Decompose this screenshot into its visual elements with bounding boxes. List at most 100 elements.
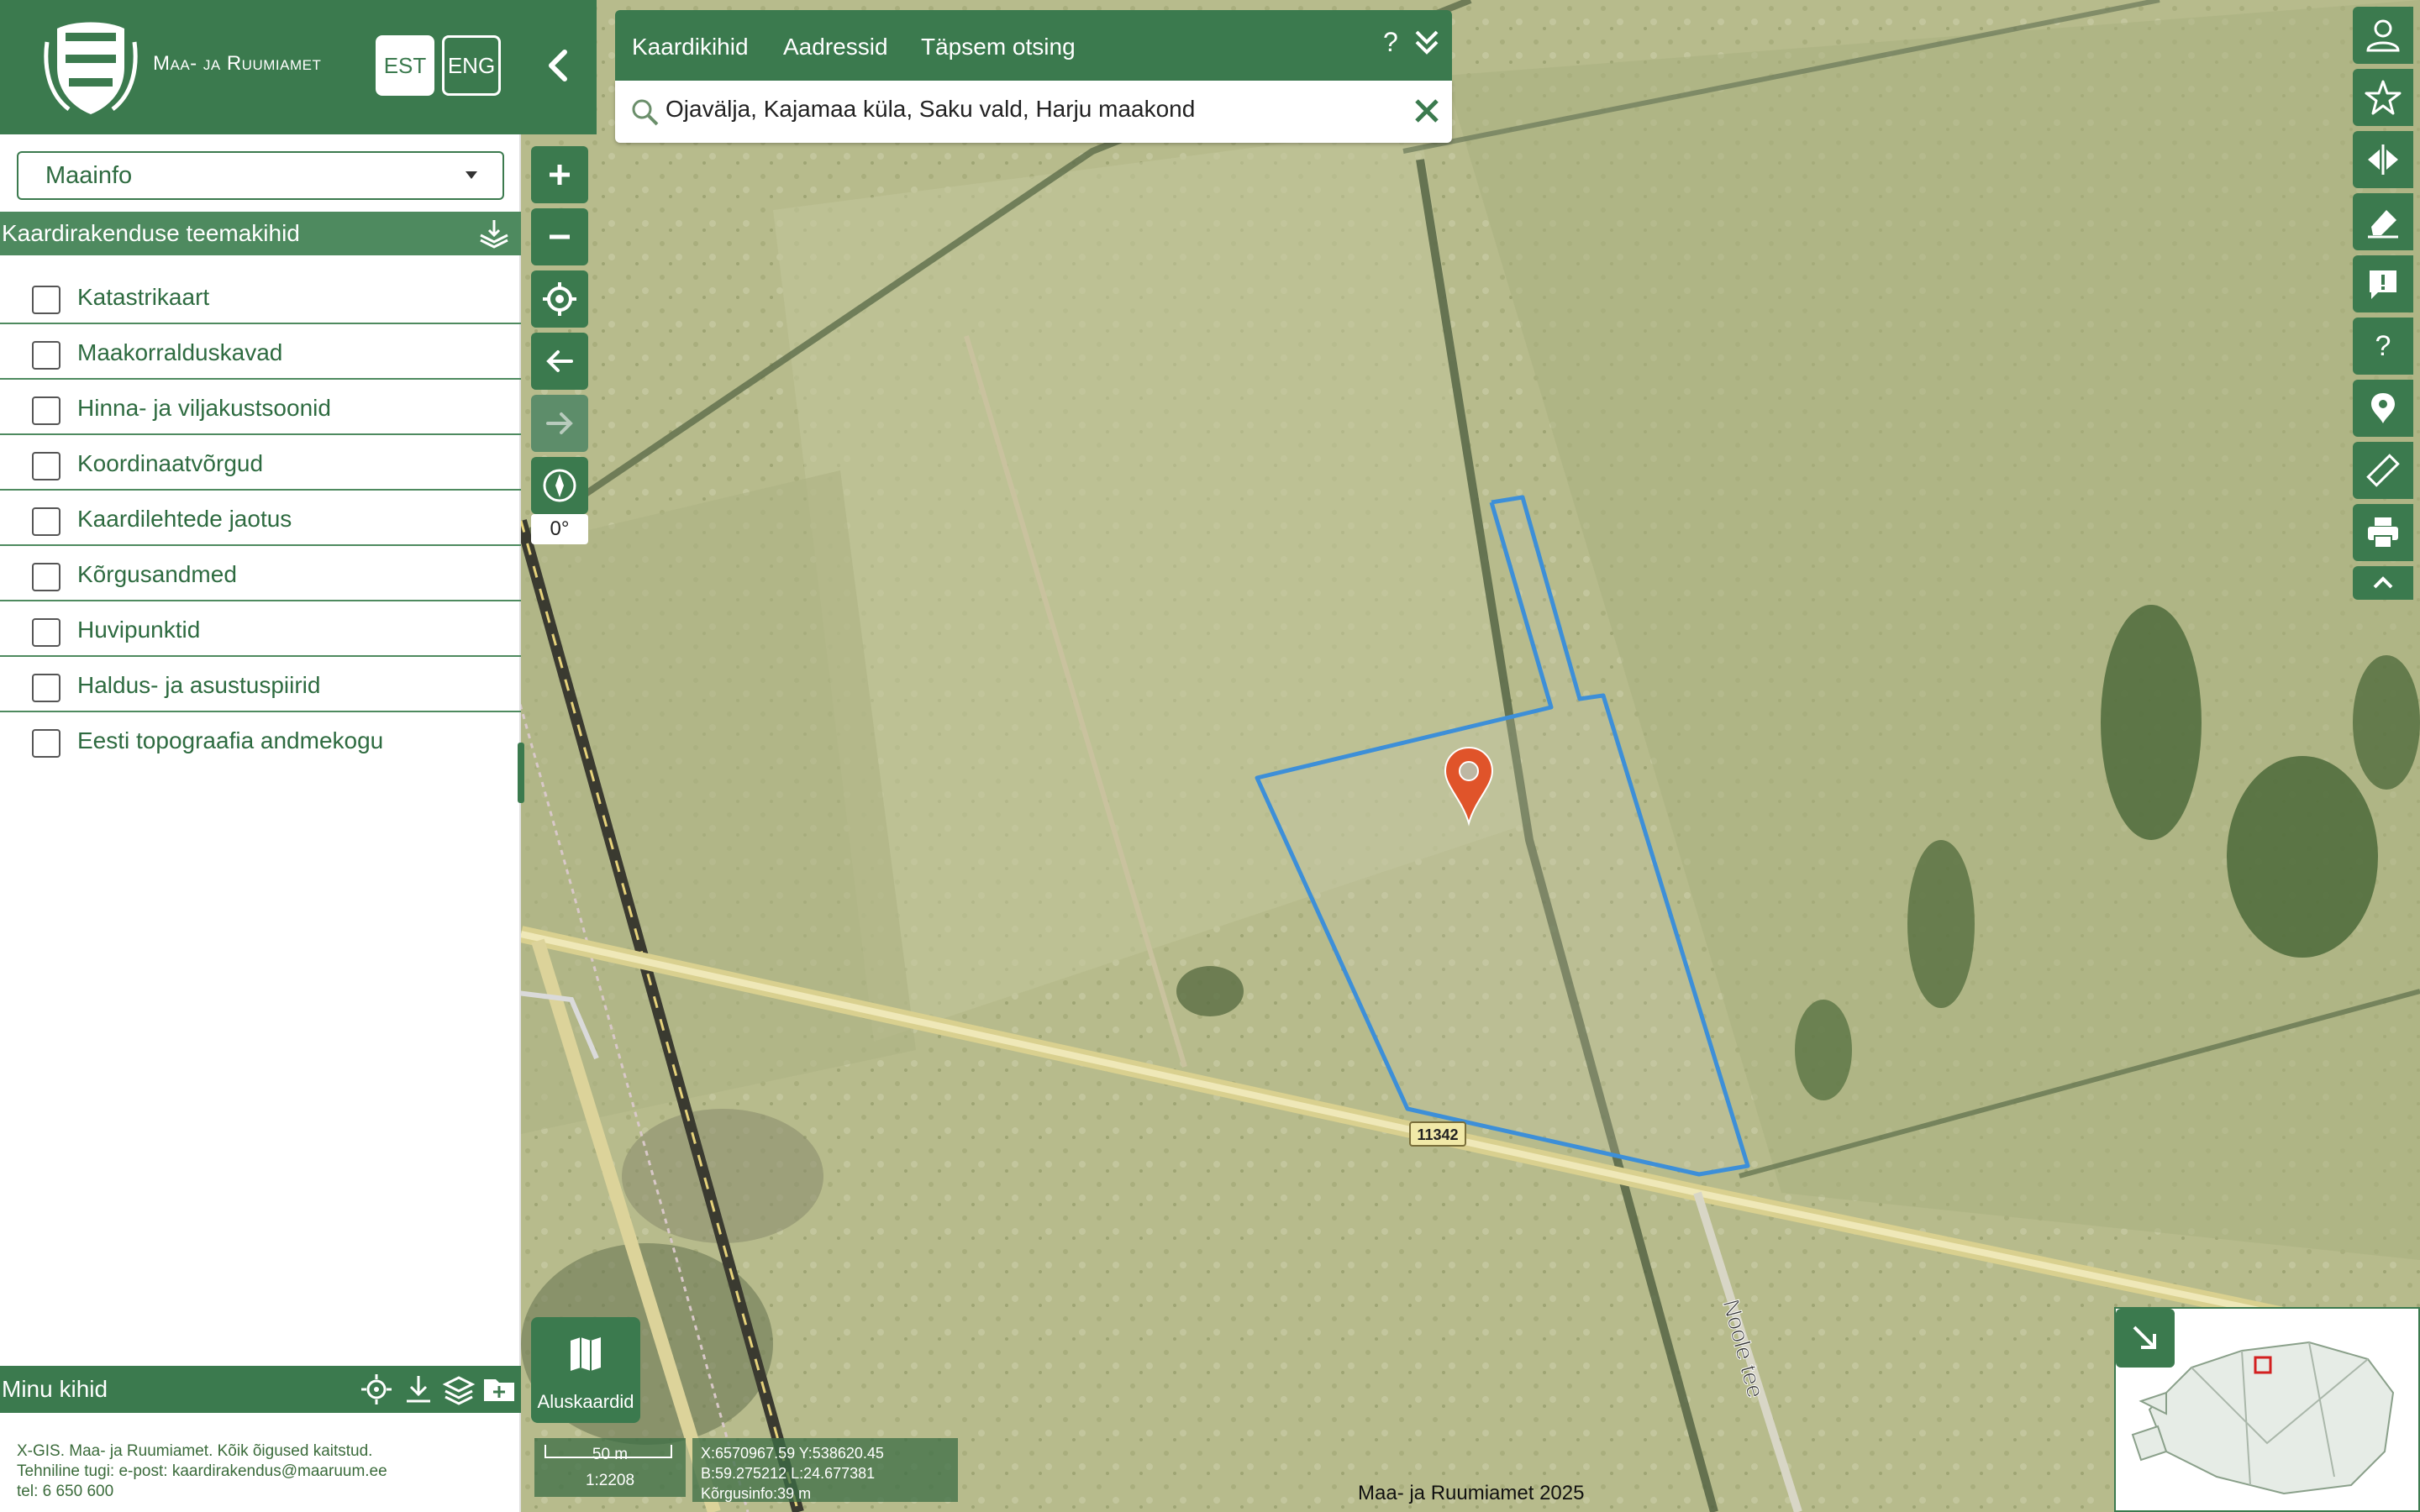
layer-label: Maakorralduskavad xyxy=(77,339,283,365)
coord-xy: X:6570967.59 Y:538620.45 xyxy=(701,1445,884,1462)
feedback-icon xyxy=(2370,270,2396,299)
layer-checkbox[interactable] xyxy=(32,452,60,480)
layer-checkbox[interactable] xyxy=(32,729,60,758)
layer-checkbox[interactable] xyxy=(32,507,60,536)
user-icon xyxy=(2366,19,2400,52)
layer-row-korgusandmed[interactable]: Kõrgusandmed xyxy=(0,546,521,601)
basemaps-label: Aluskaardid xyxy=(537,1391,634,1412)
language-est-button[interactable]: EST xyxy=(376,35,434,96)
app-select[interactable]: Maainfo xyxy=(17,151,504,200)
my-layers-title: Minu kihid xyxy=(2,1376,108,1402)
layer-row-maakorralduskavad[interactable]: Maakorralduskavad xyxy=(0,324,521,380)
question-mark-icon: ? xyxy=(2375,329,2391,362)
layer-row-hinna-ja-viljakustsoonid[interactable]: Hinna- ja viljakustsoonid xyxy=(0,380,521,435)
app-header: Maa- ja Ruumiamet EST ENG xyxy=(0,0,521,134)
layer-row-eesti-topograafia-andmekogu[interactable]: Eesti topograafia andmekogu xyxy=(0,712,521,768)
coordinates-readout: X:6570967.59 Y:538620.45 B:59.275212 L:2… xyxy=(692,1438,958,1502)
my-layers-header: Minu kihid xyxy=(0,1366,521,1413)
download-icon[interactable] xyxy=(402,1373,435,1406)
compare-button[interactable] xyxy=(2353,131,2413,188)
footer-support-email: Tehniline tugi: e-post: kaardirakendus@m… xyxy=(17,1462,387,1480)
layer-row-huvipunktid[interactable]: Huvipunktid xyxy=(0,601,521,657)
caret-down-icon xyxy=(466,171,477,179)
aerial-imagery: 11342 Noole tee xyxy=(521,0,2420,1512)
zoom-out-button[interactable] xyxy=(531,208,588,265)
add-folder-icon[interactable] xyxy=(482,1373,516,1406)
search-icon xyxy=(632,99,659,126)
layer-label: Eesti topograafia andmekogu xyxy=(77,727,384,753)
layer-checkbox[interactable] xyxy=(32,674,60,702)
tab-addresses[interactable]: Aadressid xyxy=(783,34,888,60)
coord-bl: B:59.275212 L:24.677381 xyxy=(701,1465,876,1482)
mark-location-button[interactable] xyxy=(2353,380,2413,437)
layer-row-katastrikaart[interactable]: Katastrikaart xyxy=(0,269,521,324)
clear-search-icon[interactable] xyxy=(1412,96,1442,126)
toggle-overview-button[interactable] xyxy=(2116,1309,2175,1368)
layer-row-haldus-ja-asustuspiirid[interactable]: Haldus- ja asustuspiirid xyxy=(0,657,521,712)
map-pin-icon xyxy=(2371,393,2395,423)
help-button[interactable]: ? xyxy=(2353,318,2413,375)
layer-checkbox[interactable] xyxy=(32,618,60,647)
collapse-toolbar-button[interactable] xyxy=(2353,566,2413,600)
forward-button[interactable] xyxy=(531,395,588,452)
side-panel: Maa- ja Ruumiamet EST ENG Maainfo Kaardi… xyxy=(0,0,524,1512)
theme-layers-title: Kaardirakenduse teemakihid xyxy=(2,220,300,246)
tab-advanced-search[interactable]: Täpsem otsing xyxy=(921,34,1076,60)
layer-checkbox[interactable] xyxy=(32,341,60,370)
map-attribution: Maa- ja Ruumiamet 2025 xyxy=(1358,1482,1585,1504)
eraser-button[interactable] xyxy=(2353,193,2413,250)
footer: X-GIS. Maa- ja Ruumiamet. Kõik õigused k… xyxy=(17,1441,387,1502)
theme-layer-list: Katastrikaart Maakorralduskavad Hinna- j… xyxy=(0,269,521,768)
scale-bar: 50 m 1:2208 xyxy=(534,1438,686,1497)
layer-label: Kõrgusandmed xyxy=(77,561,237,587)
rotation-readout: 0° xyxy=(531,514,588,544)
panel-resize-handle[interactable] xyxy=(518,743,524,803)
tab-map-layers[interactable]: Kaardikihid xyxy=(632,34,749,60)
layer-checkbox[interactable] xyxy=(32,396,60,425)
chevron-left-icon xyxy=(549,50,567,81)
road-number-sign: 11342 xyxy=(1409,1121,1466,1147)
minus-icon xyxy=(550,234,570,239)
elevation-info: Kõrgusinfo:39 m xyxy=(701,1485,812,1502)
print-button[interactable] xyxy=(2353,504,2413,561)
layer-label: Huvipunktid xyxy=(77,617,201,643)
scale-distance: 50 m xyxy=(592,1446,629,1463)
layer-label: Hinna- ja viljakustsoonid xyxy=(77,395,331,421)
layer-label: Kaardilehtede jaotus xyxy=(77,506,292,532)
feedback-button[interactable] xyxy=(2353,255,2413,312)
zoom-in-button[interactable] xyxy=(531,146,588,203)
search-field xyxy=(615,81,1452,143)
layers-icon[interactable] xyxy=(476,215,513,252)
layer-checkbox[interactable] xyxy=(32,563,60,591)
ruler-icon xyxy=(2366,454,2400,487)
favorites-button[interactable] xyxy=(2353,69,2413,126)
layer-label: Koordinaatvõrgud xyxy=(77,450,264,476)
map-view[interactable]: 11342 Noole tee xyxy=(521,0,2420,1512)
user-account-button[interactable] xyxy=(2353,7,2413,64)
layer-row-koordinaatvorgud[interactable]: Koordinaatvõrgud xyxy=(0,435,521,491)
layer-checkbox[interactable] xyxy=(32,286,60,314)
language-eng-button[interactable]: ENG xyxy=(442,35,501,96)
star-icon xyxy=(2365,80,2402,115)
svg-text:11342: 11342 xyxy=(1417,1126,1458,1143)
collapse-panel-button[interactable] xyxy=(521,0,597,134)
search-input[interactable] xyxy=(666,96,1388,123)
locate-layer-icon[interactable] xyxy=(360,1373,393,1406)
compass-icon xyxy=(543,469,576,502)
org-name: Maa- ja Ruumiamet xyxy=(153,52,322,75)
locate-me-button[interactable] xyxy=(531,270,588,328)
chevron-up-icon xyxy=(2373,576,2393,589)
back-button[interactable] xyxy=(531,333,588,390)
compass-button[interactable] xyxy=(531,457,588,514)
layer-row-kaardilehtede-jaotus[interactable]: Kaardilehtede jaotus xyxy=(0,491,521,546)
search-tabs: Kaardikihid Aadressid Täpsem otsing ? xyxy=(615,10,1452,81)
footer-copyright: X-GIS. Maa- ja Ruumiamet. Kõik õigused k… xyxy=(17,1442,373,1460)
app-select-value: Maainfo xyxy=(45,161,133,189)
double-chevron-down-icon[interactable] xyxy=(1412,25,1442,59)
layers-stack-icon[interactable] xyxy=(442,1373,476,1406)
search-help-button[interactable]: ? xyxy=(1383,27,1398,58)
measure-button[interactable] xyxy=(2353,442,2413,499)
basemaps-button[interactable]: Aluskaardid xyxy=(531,1317,640,1423)
arrow-left-icon xyxy=(546,350,573,372)
arrow-right-icon xyxy=(546,412,573,434)
